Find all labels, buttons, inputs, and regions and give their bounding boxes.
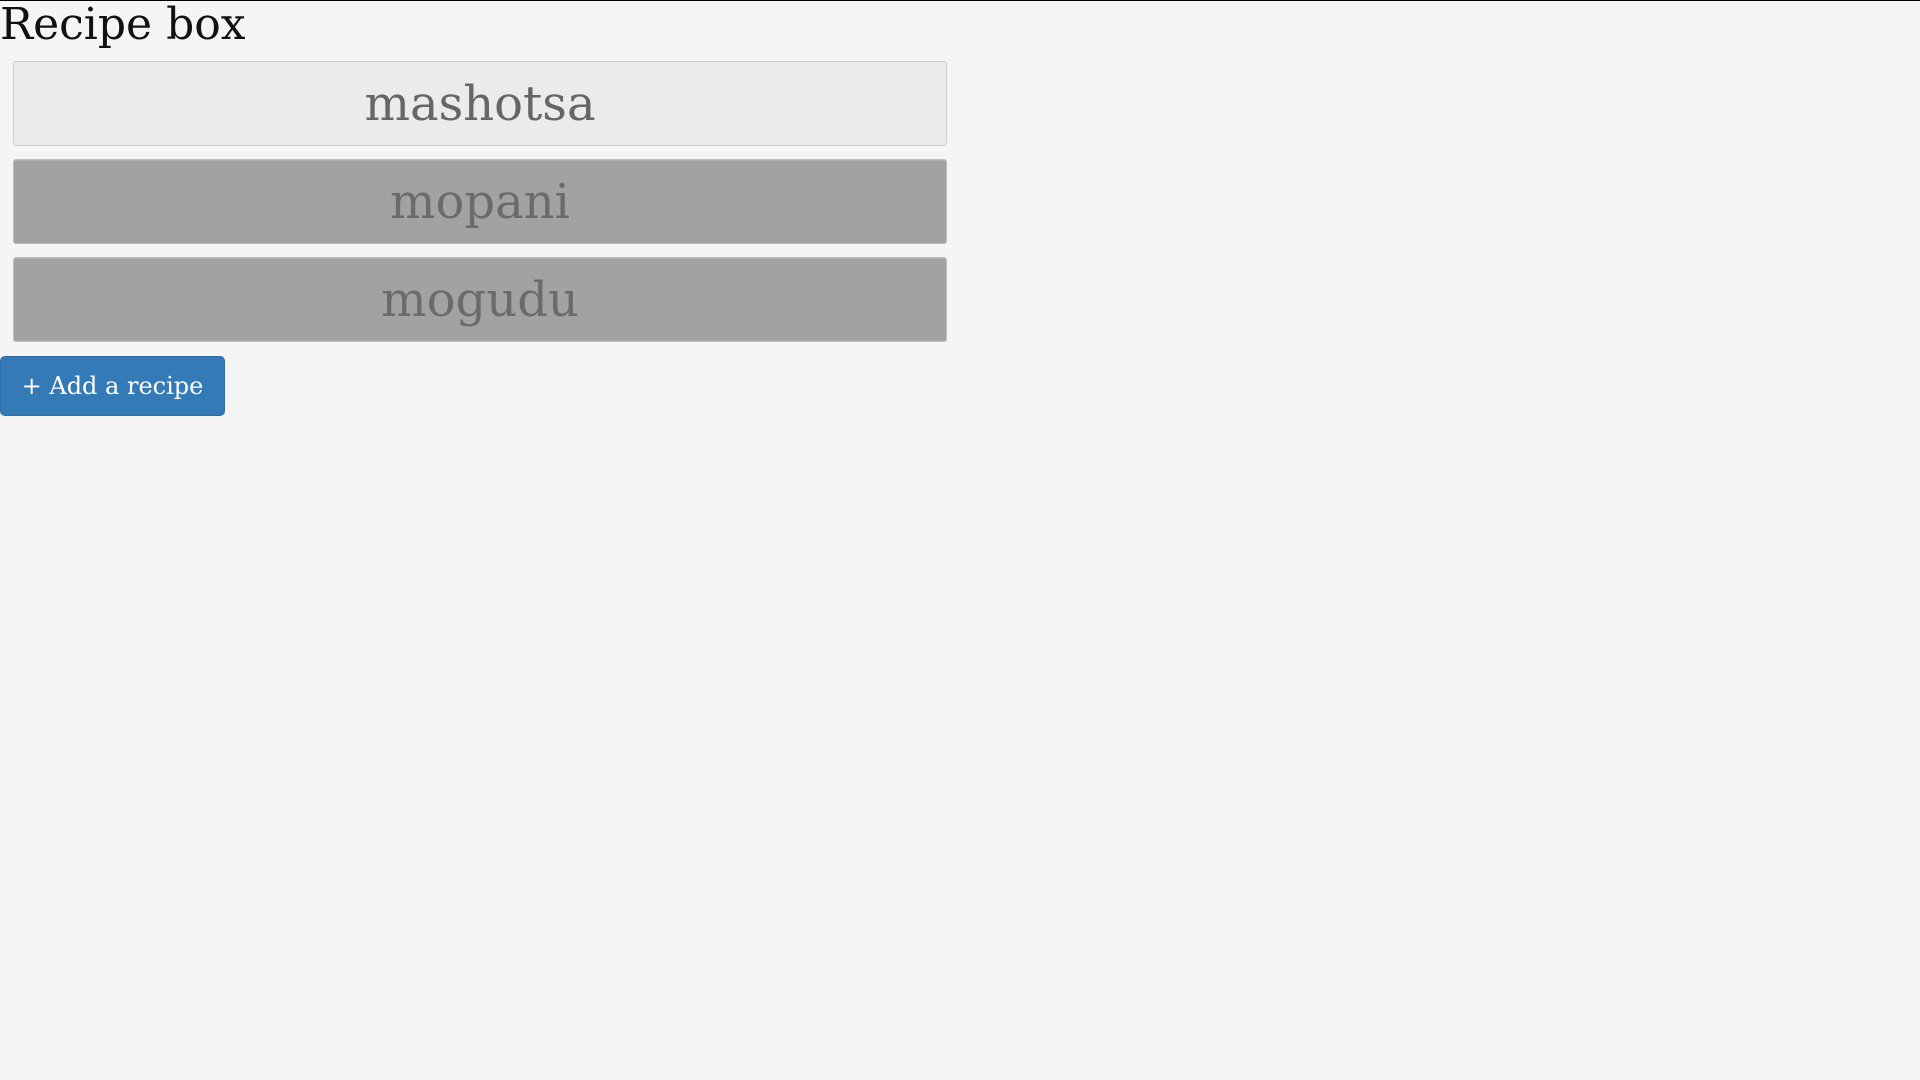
recipe-name: mopani	[389, 173, 571, 230]
recipe-item-mopani[interactable]: mopani	[13, 159, 947, 244]
recipe-list: mashotsa mopani mogudu	[13, 61, 947, 355]
recipe-name: mashotsa	[364, 75, 596, 132]
page-title: Recipe box	[0, 0, 246, 50]
recipe-item-mashotsa[interactable]: mashotsa	[13, 61, 947, 146]
recipe-name: mogudu	[381, 271, 579, 328]
recipe-item-mogudu[interactable]: mogudu	[13, 257, 947, 342]
add-recipe-button[interactable]: + Add a recipe	[0, 356, 225, 416]
